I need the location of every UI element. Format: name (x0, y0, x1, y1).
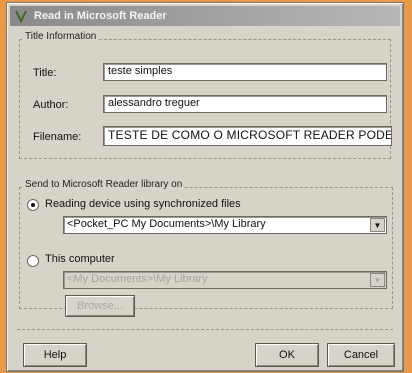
title-field[interactable]: teste simples (103, 63, 387, 81)
author-label: Author: (33, 99, 69, 111)
computer-path-value: <My Documents>\My Library (67, 273, 208, 285)
title-bar: Read in Microsoft Reader (10, 6, 400, 26)
window-title: Read in Microsoft Reader (34, 10, 167, 22)
device-option-label[interactable]: Reading device using synchronized files (45, 198, 241, 210)
computer-option-label[interactable]: This computer (45, 253, 115, 265)
divider (17, 329, 393, 330)
device-radio[interactable] (27, 199, 39, 211)
author-field[interactable]: alessandro treguer (103, 95, 387, 113)
chevron-down-icon[interactable]: ▼ (370, 218, 385, 232)
send-to-group-label: Send to Microsoft Reader library on (23, 179, 185, 190)
chevron-down-icon[interactable]: ▼ (370, 273, 385, 287)
filename-field[interactable]: TESTE DE COMO O MICROSOFT READER PODE DI… (103, 126, 392, 146)
device-path-select[interactable]: <Pocket_PC My Documents>\My Library ▼ (63, 216, 387, 234)
reader-dialog: Read in Microsoft Reader Title Informati… (6, 2, 404, 372)
device-path-value: <Pocket_PC My Documents>\My Library (67, 218, 266, 230)
help-button[interactable]: Help (23, 343, 87, 367)
title-label: Title: (33, 67, 57, 79)
ok-button[interactable]: OK (255, 343, 319, 367)
computer-radio[interactable] (27, 255, 39, 267)
browse-button[interactable]: Browse... (65, 295, 135, 317)
reader-app-icon (15, 10, 27, 23)
title-info-group-label: Title Information (23, 31, 99, 42)
computer-path-select[interactable]: <My Documents>\My Library ▼ (63, 271, 387, 289)
filename-label: Filename: (33, 131, 82, 143)
cancel-button[interactable]: Cancel (327, 343, 395, 367)
